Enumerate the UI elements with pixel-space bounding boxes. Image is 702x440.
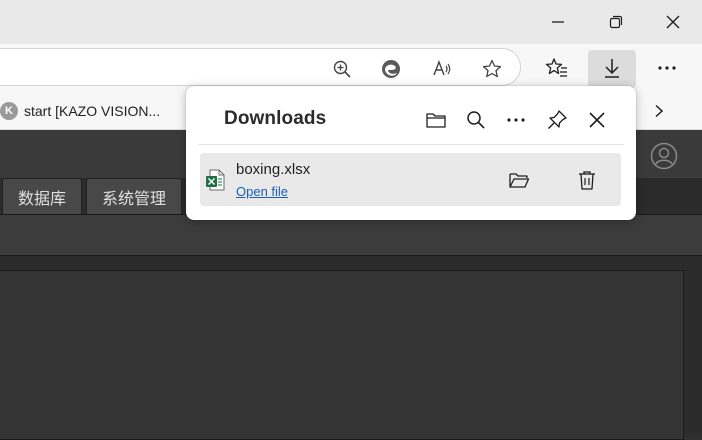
more-options-icon <box>658 66 676 70</box>
kazo-logo-icon: K <box>0 102 18 120</box>
favorites-overflow-button[interactable] <box>648 100 670 122</box>
favorite-item[interactable]: K start [KAZO VISION... <box>0 100 160 122</box>
app-subbar <box>0 214 702 256</box>
open-folder-icon <box>426 113 446 128</box>
pin-icon <box>548 110 567 129</box>
delete-download-button[interactable] <box>572 165 602 195</box>
favorites-icon <box>545 58 567 77</box>
close-icon <box>666 15 680 29</box>
edge-browser-icon <box>382 60 400 78</box>
trash-icon <box>579 171 595 190</box>
flyout-divider <box>198 144 624 145</box>
download-filename: boxing.xlsx <box>236 161 311 178</box>
add-favorite-button[interactable] <box>481 58 503 80</box>
browser-toolbar <box>0 44 702 92</box>
user-avatar-icon[interactable] <box>650 142 678 170</box>
zoom-in-icon <box>333 60 351 78</box>
downloads-toolbar-icon-wrap[interactable] <box>598 54 626 82</box>
downloads-icon <box>605 59 619 78</box>
chevron-right-icon <box>655 104 664 118</box>
downloads-title: Downloads <box>224 108 327 129</box>
address-bar[interactable] <box>0 48 521 86</box>
read-aloud-button[interactable] <box>431 58 453 80</box>
zoom-button[interactable] <box>331 58 353 80</box>
favorite-star-icon <box>482 59 502 78</box>
tab-database[interactable]: 数据库 <box>2 178 82 214</box>
favorite-item-label: start [KAZO VISION... <box>24 103 161 119</box>
settings-more-button[interactable] <box>653 54 681 82</box>
folder-icon <box>509 173 530 188</box>
title-bar <box>0 0 702 44</box>
more-icon <box>507 118 525 122</box>
edge-button[interactable] <box>380 58 402 80</box>
excel-file-icon <box>206 169 225 191</box>
search-icon <box>467 111 485 129</box>
minimize-button[interactable] <box>530 0 586 44</box>
downloads-more-button[interactable] <box>502 106 530 134</box>
app-content-panel <box>0 270 684 440</box>
open-file-link[interactable]: Open file <box>236 184 288 199</box>
pin-downloads-button[interactable] <box>543 106 571 134</box>
favorites-button[interactable] <box>543 54 571 82</box>
download-item[interactable]: boxing.xlsx Open file <box>200 153 621 206</box>
close-icon <box>589 112 605 128</box>
close-downloads-button[interactable] <box>583 106 611 134</box>
search-downloads-button[interactable] <box>462 106 490 134</box>
open-downloads-folder-button[interactable] <box>422 106 450 134</box>
restore-button[interactable] <box>588 0 644 44</box>
restore-icon <box>609 15 623 29</box>
tab-system-management[interactable]: 系统管理 <box>86 178 182 214</box>
show-in-folder-button[interactable] <box>504 165 534 195</box>
minimize-icon <box>552 21 564 23</box>
read-aloud-icon <box>433 60 451 76</box>
downloads-flyout: Downloads boxing.xlsx Open file <box>186 86 636 220</box>
close-window-button[interactable] <box>645 0 701 44</box>
